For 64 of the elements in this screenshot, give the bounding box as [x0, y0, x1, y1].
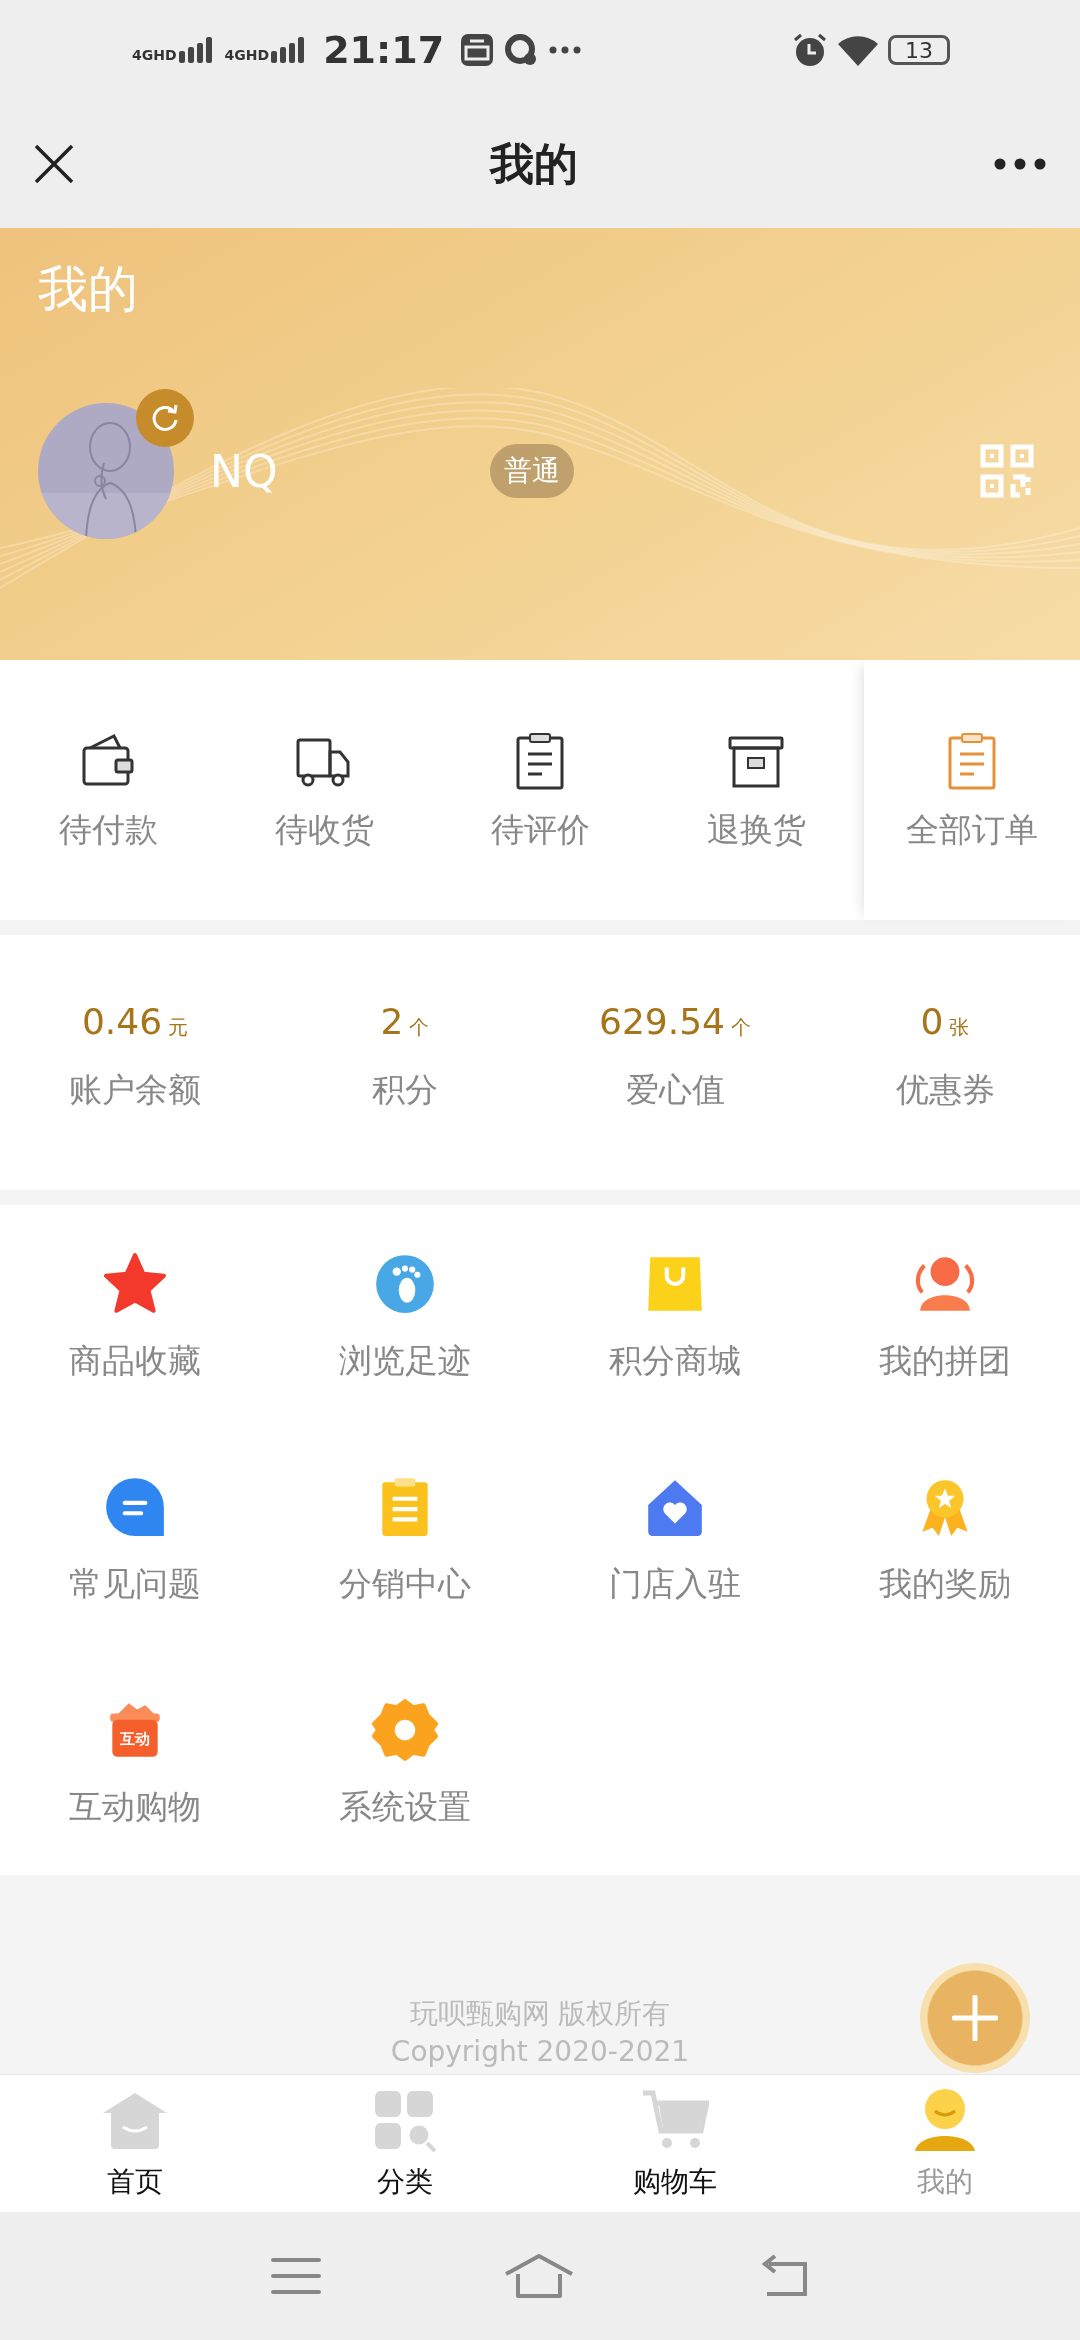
order-status-button[interactable]: 全部订单 — [864, 660, 1080, 920]
stat-unit: 张 — [949, 1014, 970, 1041]
service-button[interactable]: 常见问题 — [0, 1428, 270, 1651]
stat-label[interactable]: 优惠券 — [895, 1068, 995, 1113]
signal-icon — [178, 37, 215, 63]
tab[interactable]: 购物车 — [540, 2075, 810, 2212]
member-level-badge: 普通 — [490, 444, 574, 498]
plus-icon — [952, 1995, 998, 2041]
order-status-button[interactable]: 待付款 — [0, 660, 216, 920]
tab[interactable]: 我的 — [810, 2075, 1080, 2212]
stat-value: 629.54 — [599, 1001, 725, 1042]
stat-label[interactable]: 爱心值 — [625, 1068, 725, 1113]
house-icon — [648, 1480, 702, 1536]
clipboard-icon — [382, 1478, 428, 1536]
tray-icon — [460, 33, 495, 67]
group-icon — [915, 1257, 975, 1311]
user-name: NQ — [210, 445, 279, 497]
stat-unit: 个 — [409, 1014, 430, 1041]
stat-label[interactable]: 积分 — [372, 1068, 438, 1113]
service-button[interactable]: 积分商城 — [540, 1205, 810, 1428]
more-icon[interactable] — [994, 158, 1046, 170]
network-label: 4GHD — [132, 47, 177, 63]
cloud-icon — [504, 33, 539, 67]
shopping-bag-icon — [648, 1257, 702, 1311]
service-button[interactable]: 门店入驻 — [540, 1428, 810, 1651]
menu-icon[interactable] — [271, 2256, 322, 2296]
home-icon[interactable] — [504, 2254, 574, 2298]
page-title: 我的 — [490, 136, 578, 191]
refresh-icon[interactable] — [136, 389, 194, 447]
tab[interactable]: 首页 — [0, 2075, 270, 2212]
service-button[interactable]: 分销中心 — [270, 1428, 540, 1651]
alarm-icon — [792, 32, 828, 68]
tab[interactable]: 分类 — [270, 2075, 540, 2212]
order-status-button[interactable]: 待收货 — [216, 660, 432, 920]
medal-icon — [922, 1480, 968, 1536]
service-button[interactable]: 我的奖励 — [810, 1428, 1080, 1651]
service-button[interactable]: 互动 互动购物 — [0, 1651, 270, 1874]
service-button[interactable]: 系统设置 — [270, 1651, 540, 1874]
footprint-icon — [376, 1255, 434, 1313]
service-button[interactable]: 商品收藏 — [0, 1205, 270, 1428]
section-heading: 我的 — [38, 259, 139, 320]
service-button[interactable]: 浏览足迹 — [270, 1205, 540, 1428]
stat-value: 2 — [380, 1001, 404, 1042]
stat-label[interactable]: 账户余额 — [69, 1068, 201, 1113]
battery-indicator: 13 — [888, 35, 950, 65]
wifi-icon — [838, 34, 878, 66]
copyright-text: 玩呗甄购网 版权所有 — [409, 1996, 671, 2032]
order-status-button[interactable]: 退换货 — [648, 660, 864, 920]
settings-icon — [372, 1699, 438, 1761]
clock-time: 21:17 — [323, 28, 445, 72]
more-icon — [548, 45, 583, 55]
icon-label: 互动 — [120, 1730, 150, 1749]
box-icon — [110, 1703, 160, 1757]
chat-icon — [106, 1478, 164, 1536]
service-button[interactable]: 我的拼团 — [810, 1205, 1080, 1428]
star-icon — [104, 1253, 166, 1313]
order-status-button[interactable]: 待评价 — [432, 660, 648, 920]
stat-value: 0 — [920, 1001, 944, 1042]
stat-unit: 元 — [168, 1014, 189, 1041]
stat-value: 0.46 — [81, 1001, 163, 1042]
stat-unit: 个 — [731, 1014, 751, 1041]
copyright-text: Copyright 2020-2021 — [390, 2035, 690, 2068]
close-icon[interactable] — [34, 144, 74, 184]
network-label: 4GHD — [224, 47, 270, 63]
